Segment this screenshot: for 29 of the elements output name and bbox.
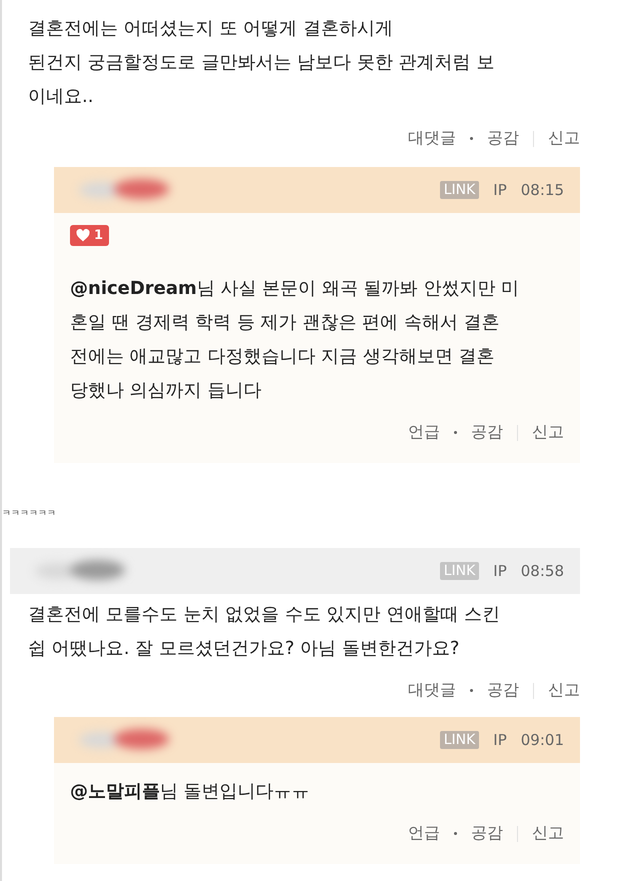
comment-action-link[interactable]: 대댓글	[408, 680, 456, 701]
comment-text: @niceDream님 사실 본문이 왜곡 될까봐 안썼지만 미 혼일 땐 경제력 학력 등 제가 괜찮은 편에 속해서 결혼 전에는 애교많고 다정했습니다 지금 생각해보면 결혼 당했나 의심까지 듭니다	[70, 277, 520, 403]
comment-action-link[interactable]: 대댓글	[408, 128, 456, 149]
heart-icon	[76, 229, 90, 242]
comment-action-link[interactable]: 공감	[471, 422, 503, 443]
ip-label: IP	[493, 181, 507, 199]
separator-dot	[454, 431, 457, 434]
comment-action-link[interactable]: 언급	[408, 823, 440, 844]
comment-text: 결혼전에 모를수도 눈치 없었을 수도 있지만 연애할때 스킨 쉽 어땠나요. 잘 모르셨던건가요? 아님 돌변한건가요?	[28, 603, 502, 661]
separator-dot	[454, 832, 457, 835]
comment-text: 결혼전에는 어떠셨는지 또 어떻게 결혼하시게 된건지 궁금할정도로 글만봐서는 남보다 못한 관계처럼 보 이네요..	[28, 17, 496, 109]
like-count: 1	[94, 228, 104, 243]
comment-action-link[interactable]: 신고	[548, 128, 580, 149]
comment-text: @노말피플님 돌변입니다ㅠㅠ	[70, 780, 311, 804]
separator-dot	[470, 137, 473, 140]
comment-action-link[interactable]: 공감	[487, 128, 519, 149]
separator-dot	[470, 689, 473, 692]
comment-action-link[interactable]: 신고	[532, 422, 564, 443]
ip-label: IP	[493, 731, 507, 749]
comment-action-link[interactable]: 신고	[532, 823, 564, 844]
comment-action-link[interactable]: 언급	[408, 422, 440, 443]
comment-action-link[interactable]: 신고	[548, 680, 580, 701]
comment-text: ㅋㅋㅋㅋㅋㅋ	[2, 508, 57, 520]
comment-time: 08:15	[520, 181, 564, 199]
comment-time: 08:58	[520, 562, 564, 580]
comment-time: 09:01	[520, 731, 564, 749]
ip-label: IP	[493, 562, 507, 580]
comment-action-link[interactable]: 공감	[487, 680, 519, 701]
comment-action-link[interactable]: 공감	[471, 823, 503, 844]
